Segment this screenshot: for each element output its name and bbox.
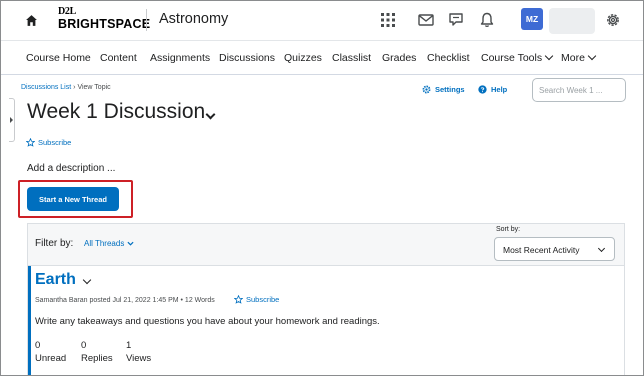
subscribe-topic-link[interactable]: Subscribe: [26, 138, 71, 147]
user-name-placeholder[interactable]: [549, 8, 595, 34]
bell-icon[interactable]: [478, 11, 496, 29]
views-count: 1: [126, 340, 132, 351]
settings-button[interactable]: Settings: [422, 85, 465, 94]
nav-checklist[interactable]: Checklist: [427, 52, 470, 64]
add-description-field[interactable]: Add a description ...: [27, 163, 115, 174]
replies-stat: 0 Replies: [81, 339, 113, 365]
logo-d2l: D2L: [58, 6, 76, 17]
filter-value: All Threads: [84, 239, 125, 248]
breadcrumb: Discussions List › View Topic: [21, 84, 111, 91]
nav-more-label: More: [561, 52, 585, 64]
nav-course-tools[interactable]: Course Tools: [481, 51, 554, 64]
logo-brightspace: BRIGHTSPACE: [58, 17, 151, 31]
start-new-thread-button[interactable]: Start a New Thread: [27, 187, 119, 211]
nav-grades[interactable]: Grades: [382, 52, 416, 64]
nav-course-home[interactable]: Course Home: [26, 52, 91, 64]
chevron-down-icon: [587, 51, 597, 61]
star-icon: [234, 295, 243, 304]
nav-quizzes[interactable]: Quizzes: [284, 52, 322, 64]
unread-count: 0: [35, 340, 41, 351]
filter-bar: Filter by: All Threads Sort by: Most Rec…: [28, 224, 624, 266]
nav-assignments[interactable]: Assignments: [150, 52, 210, 64]
course-navbar: Course Home Content Assignments Discussi…: [1, 41, 643, 75]
home-icon[interactable]: [25, 14, 38, 27]
nav-content[interactable]: Content: [100, 52, 137, 64]
nav-course-tools-label: Course Tools: [481, 52, 543, 64]
chevron-down-icon[interactable]: [205, 109, 216, 120]
page-title: Week 1 Discussion: [27, 100, 206, 123]
breadcrumb-current: View Topic: [77, 84, 111, 91]
nav-discussions[interactable]: Discussions: [219, 52, 275, 64]
settings-label: Settings: [435, 85, 465, 94]
replies-label: Replies: [81, 353, 113, 364]
course-title[interactable]: Astronomy: [159, 11, 228, 27]
sort-label: Sort by:: [496, 226, 521, 233]
thread-body: Write any takeaways and questions you ha…: [35, 316, 380, 327]
unread-stat: 0 Unread: [35, 339, 66, 365]
filter-dropdown[interactable]: All Threads: [84, 239, 134, 248]
side-panel-toggle[interactable]: [9, 98, 15, 142]
gear-icon[interactable]: [604, 11, 622, 29]
filter-label: Filter by:: [35, 238, 74, 249]
thread-accent-bar: [28, 266, 31, 375]
chevron-down-icon[interactable]: [82, 275, 92, 285]
logo-divider: [146, 9, 147, 31]
nav-classlist[interactable]: Classlist: [332, 52, 371, 64]
star-icon: [26, 138, 35, 147]
thread-title-link[interactable]: Earth: [35, 271, 76, 289]
thread-meta: Samantha Baran posted Jul 21, 2022 1:45 …: [35, 297, 215, 304]
search-input[interactable]: Search Week 1 ...: [532, 78, 626, 102]
chevron-down-icon: [544, 51, 554, 61]
thread-list-panel: Filter by: All Threads Sort by: Most Rec…: [27, 223, 625, 375]
sort-value: Most Recent Activity: [503, 245, 580, 255]
views-stat: 1 Views: [126, 339, 151, 365]
breadcrumb-discussions-list[interactable]: Discussions List: [21, 84, 71, 91]
chevron-down-icon: [597, 244, 606, 253]
subscribe-label: Subscribe: [38, 138, 72, 147]
brightspace-logo[interactable]: D2L BRIGHTSPACE: [58, 6, 151, 33]
gear-icon: [422, 85, 431, 94]
thread-item: Earth Samantha Baran posted Jul 21, 2022…: [28, 266, 624, 375]
breadcrumb-separator: ›: [73, 84, 76, 91]
replies-count: 0: [81, 340, 87, 351]
subscribe-thread-link[interactable]: Subscribe: [234, 295, 279, 304]
app-window: D2L BRIGHTSPACE Astronomy MZ Course Home…: [0, 0, 644, 376]
help-button[interactable]: Help: [478, 85, 507, 94]
help-icon: [478, 85, 487, 94]
chevron-down-icon: [127, 241, 134, 246]
mail-icon[interactable]: [417, 11, 435, 29]
chat-icon[interactable]: [447, 11, 465, 29]
subscribe-label: Subscribe: [246, 295, 280, 304]
grid-icon[interactable]: [379, 11, 397, 29]
help-label: Help: [491, 85, 508, 94]
user-avatar[interactable]: MZ: [521, 8, 543, 30]
top-bar: D2L BRIGHTSPACE Astronomy MZ: [1, 1, 643, 41]
views-label: Views: [126, 353, 152, 364]
sort-select[interactable]: Most Recent Activity: [494, 237, 615, 261]
unread-label: Unread: [35, 353, 67, 364]
nav-more[interactable]: More: [561, 51, 597, 64]
